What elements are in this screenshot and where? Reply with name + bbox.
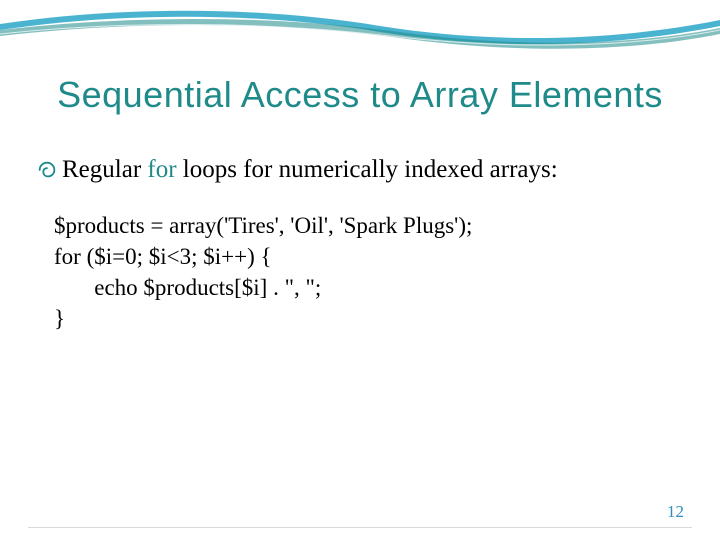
swirl-bullet-icon bbox=[36, 159, 58, 181]
code-line-1: $products = array('Tires', 'Oil', 'Spark… bbox=[54, 213, 472, 238]
code-line-2: for ($i=0; $i<3; $i++) { bbox=[54, 244, 272, 269]
code-block: $products = array('Tires', 'Oil', 'Spark… bbox=[54, 210, 472, 334]
slide-title: Sequential Access to Array Elements bbox=[30, 74, 690, 116]
wave-decoration bbox=[0, 0, 720, 60]
footer-divider bbox=[28, 527, 692, 528]
code-line-4: } bbox=[54, 306, 65, 331]
bullet-text: Regular for loops for numerically indexe… bbox=[62, 156, 558, 184]
bullet-item: Regular for loops for numerically indexe… bbox=[36, 155, 558, 184]
page-number: 12 bbox=[667, 502, 684, 522]
code-line-3: echo $products[$i] . ", "; bbox=[54, 275, 321, 300]
keyword-for: for bbox=[147, 156, 176, 183]
